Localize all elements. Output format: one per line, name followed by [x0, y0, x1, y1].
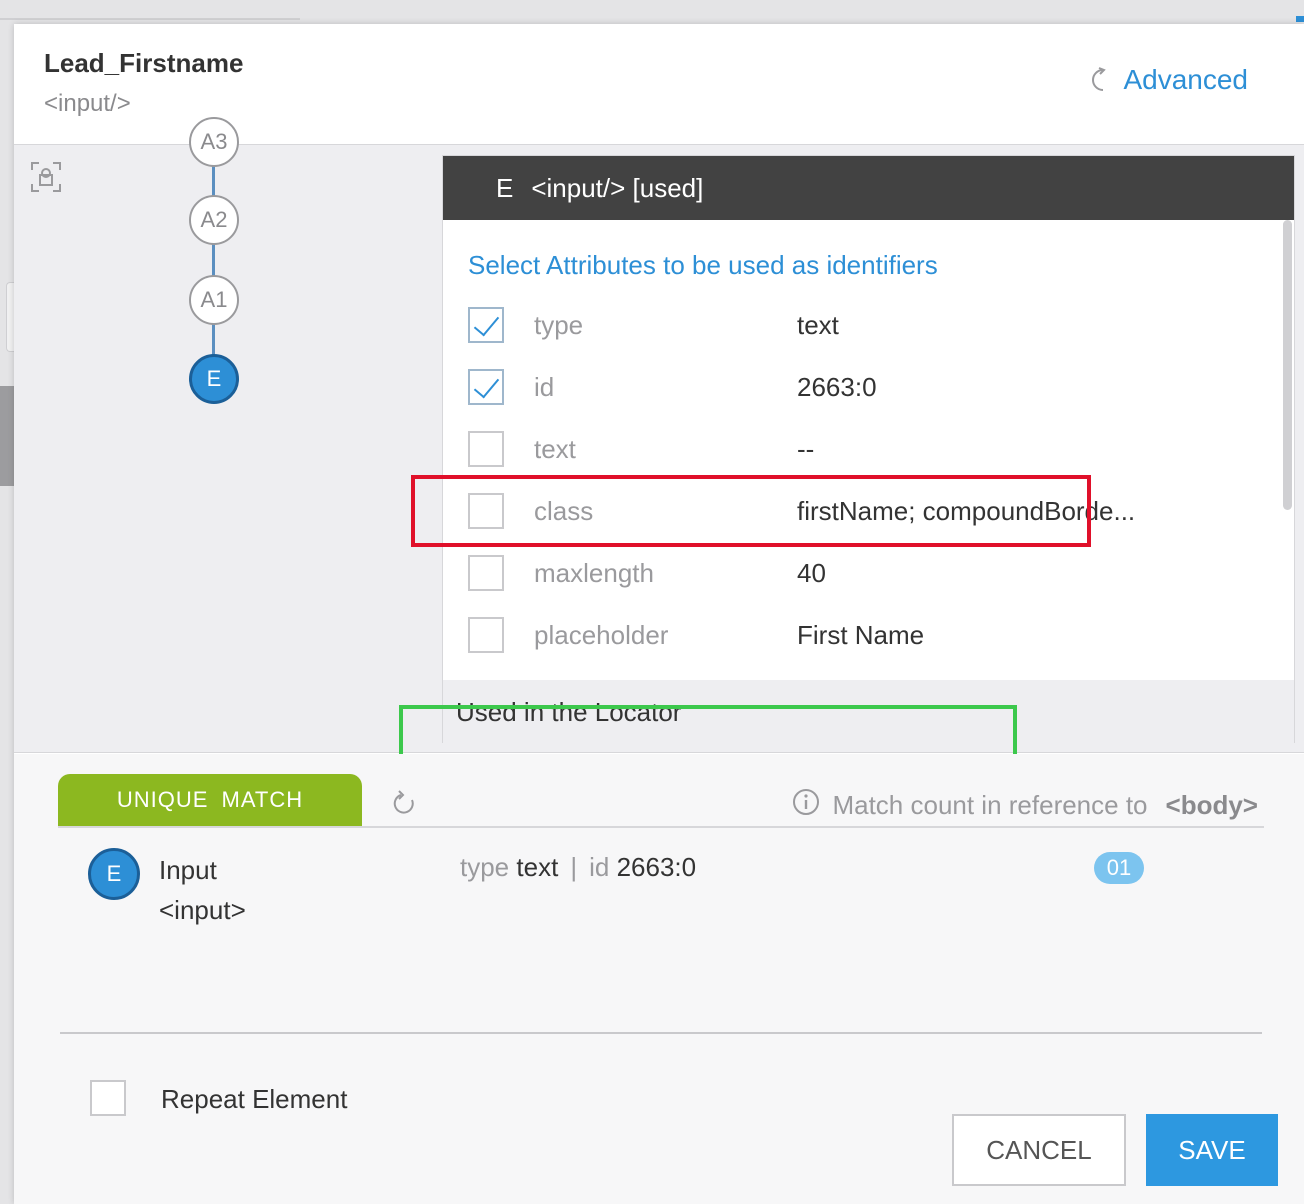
- repeat-element-checkbox[interactable]: [90, 1080, 126, 1116]
- attribute-name: id: [534, 371, 555, 402]
- attributes-scrollbar[interactable]: [1283, 220, 1292, 510]
- result-element-name: Input: [159, 855, 217, 885]
- attribute-checkbox-id[interactable]: [468, 369, 504, 405]
- element-hierarchy-area: A3 A2 A1 E E <input/> [used] Select Attr…: [14, 117, 1304, 801]
- attributes-panel: E <input/> [used] Select Attributes to b…: [442, 155, 1295, 744]
- panel-header-text: <input/> [used]: [531, 172, 704, 203]
- screenshot-icon[interactable]: [30, 161, 62, 198]
- tree-node-a1[interactable]: A1: [189, 275, 239, 325]
- unique-match-tab[interactable]: UNIQUE MATCH: [58, 774, 362, 826]
- result-attr-separator: |: [570, 852, 578, 882]
- attributes-section-title: Select Attributes to be used as identifi…: [468, 250, 938, 280]
- attribute-name: text: [534, 433, 576, 464]
- attribute-checkbox-text[interactable]: [468, 431, 504, 467]
- attribute-checkbox-type[interactable]: [468, 307, 504, 343]
- attribute-checkbox-maxlength[interactable]: [468, 555, 504, 591]
- element-tag: <input/>: [44, 90, 131, 117]
- attribute-value: First Name: [797, 619, 925, 650]
- result-node[interactable]: E: [88, 848, 140, 900]
- section-divider: [60, 1032, 1262, 1034]
- result-attr-value: 2663:0: [616, 852, 697, 882]
- match-reference-text: Match count in reference to: [832, 790, 1148, 820]
- attribute-name: type: [534, 309, 584, 340]
- result-attr-value: text: [516, 852, 559, 882]
- background-app-tab: [6, 282, 14, 352]
- refresh-icon[interactable]: [392, 790, 418, 823]
- attribute-name: maxlength: [534, 557, 654, 588]
- element-tree: A3 A2 A1 E: [188, 117, 240, 425]
- result-attributes: type text | id 2663:0: [460, 852, 696, 883]
- attribute-value: --: [797, 433, 815, 464]
- panel-node-label: E: [496, 172, 514, 203]
- tree-connector: [212, 145, 215, 385]
- match-section: UNIQUE MATCH Match count in reference to…: [14, 754, 1304, 1204]
- attribute-name: placeholder: [534, 619, 669, 650]
- background-app-strip: [0, 386, 14, 486]
- info-icon: [792, 788, 820, 823]
- result-attr-key: type: [460, 852, 510, 882]
- attribute-checkbox-placeholder[interactable]: [468, 617, 504, 653]
- match-count-badge: 01: [1094, 852, 1144, 884]
- advanced-button[interactable]: Advanced: [1089, 64, 1248, 96]
- background-app-line: [0, 18, 300, 20]
- tab-underline: [58, 826, 1264, 828]
- element-title: Lead_Firstname: [44, 48, 244, 78]
- element-editor-dialog: Lead_Firstname <input/> Advanced A3 A2 A…: [14, 24, 1304, 1204]
- attributes-list: Select Attributes to be used as identifi…: [443, 220, 1294, 680]
- tree-node-a3[interactable]: A3: [189, 117, 239, 167]
- attribute-value: 2663:0: [797, 371, 877, 402]
- advanced-label: Advanced: [1123, 64, 1248, 95]
- attribute-row-maxlength: maxlength 40: [468, 553, 1268, 593]
- attribute-value: text: [797, 309, 839, 340]
- match-count-reference: Match count in reference to <body>: [792, 788, 1258, 823]
- attribute-value: 40: [797, 557, 826, 588]
- result-element: Input <input>: [159, 850, 246, 930]
- attribute-row-text: text --: [468, 429, 1268, 469]
- tree-node-a2[interactable]: A2: [189, 195, 239, 245]
- match-reference-tag[interactable]: <body>: [1166, 790, 1258, 821]
- result-element-tag: <input>: [159, 895, 246, 925]
- highlight-box-red: [411, 475, 1091, 547]
- cancel-button[interactable]: CANCEL: [952, 1114, 1126, 1186]
- background-app-accent: [1296, 16, 1304, 22]
- save-button[interactable]: SAVE: [1146, 1114, 1278, 1186]
- attribute-row-type: type text: [468, 305, 1268, 345]
- tree-node-e[interactable]: E: [189, 354, 239, 404]
- attribute-row-placeholder: placeholder First Name: [468, 615, 1268, 655]
- attributes-panel-header: E <input/> [used]: [443, 156, 1294, 220]
- advanced-icon: [1089, 66, 1109, 94]
- result-attr-key: id: [589, 852, 610, 882]
- attribute-row-id: id 2663:0: [468, 367, 1268, 407]
- repeat-element-label: Repeat Element: [161, 1084, 348, 1114]
